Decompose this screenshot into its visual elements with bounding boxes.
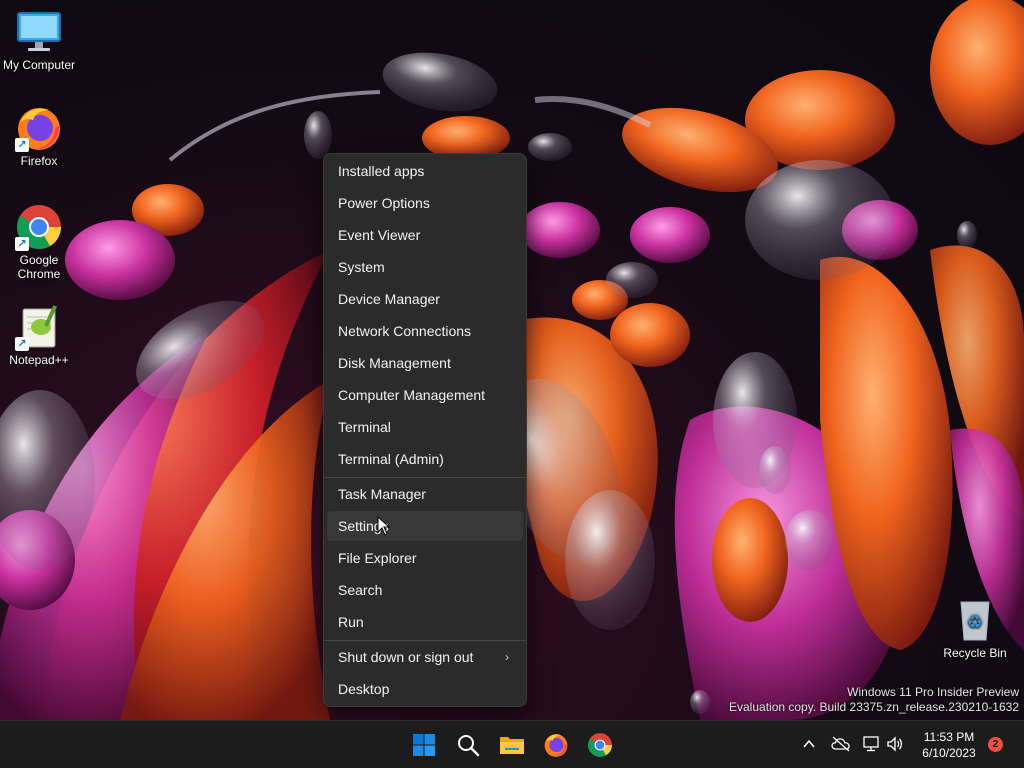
network-tray-button[interactable]	[861, 733, 883, 755]
volume-tray-button[interactable]	[884, 733, 906, 755]
menu-item-desktop[interactable]: Desktop	[327, 674, 523, 704]
desktop-icon-notepadpp[interactable]: ↗ Notepad++	[0, 303, 79, 367]
menu-item-search[interactable]: Search	[327, 575, 523, 605]
file-explorer-icon	[500, 737, 524, 754]
menu-item-label: Shut down or sign out	[338, 649, 474, 665]
desktop-icon-label: Recycle Bin	[943, 646, 1007, 660]
desktop-icon-label: Notepad++	[9, 353, 69, 367]
menu-item-network-connections[interactable]: Network Connections	[327, 316, 523, 346]
desktop-icon-my-computer[interactable]: My Computer	[0, 8, 79, 72]
winx-context-menu: Installed apps Power Options Event Viewe…	[323, 153, 527, 707]
menu-item-device-manager[interactable]: Device Manager	[327, 284, 523, 314]
menu-item-shut-down-or-sign-out[interactable]: Shut down or sign out ›	[327, 642, 523, 672]
taskbar-file-explorer-button[interactable]	[494, 727, 530, 763]
onedrive-tray-button[interactable]	[830, 733, 852, 755]
recycle-bin-icon: ♻	[951, 596, 999, 644]
shortcut-arrow-icon: ↗	[15, 138, 29, 152]
notification-badge[interactable]: 2	[988, 737, 1003, 752]
menu-item-run[interactable]: Run	[327, 607, 523, 637]
chevron-right-icon: ›	[505, 650, 509, 664]
menu-item-event-viewer[interactable]: Event Viewer	[327, 220, 523, 250]
menu-item-computer-management[interactable]: Computer Management	[327, 380, 523, 410]
cloud-offline-icon	[831, 736, 850, 752]
firefox-icon	[544, 734, 568, 757]
mouse-pointer-icon	[377, 516, 391, 536]
shortcut-arrow-icon: ↗	[15, 237, 29, 251]
chevron-up-icon	[803, 739, 815, 748]
menu-item-task-manager[interactable]: Task Manager	[327, 479, 523, 509]
clock-time: 11:53 PM	[923, 730, 975, 744]
menu-item-system[interactable]: System	[327, 252, 523, 282]
clock-date: 6/10/2023	[922, 746, 976, 760]
notepadpp-icon: ↗	[15, 303, 63, 351]
taskbar: 11:53 PM 6/10/2023 2	[0, 720, 1024, 768]
menu-item-settings[interactable]: Settings	[327, 511, 523, 541]
taskbar-chrome-button[interactable]	[582, 727, 618, 763]
watermark-build: Evaluation copy. Build 23375.zn_release.…	[729, 700, 1019, 714]
show-hidden-icons-button[interactable]	[798, 733, 820, 755]
watermark-edition: Windows 11 Pro Insider Preview	[847, 685, 1019, 699]
svg-text:♻: ♻	[967, 612, 983, 633]
desktop-icon-firefox[interactable]: ↗ Firefox	[0, 104, 79, 168]
menu-item-power-options[interactable]: Power Options	[327, 188, 523, 218]
network-icon	[863, 736, 879, 752]
desktop-icon-label: Firefox	[20, 154, 58, 168]
menu-item-file-explorer[interactable]: File Explorer	[327, 543, 523, 573]
desktop-icon-google-chrome[interactable]: ↗ Google Chrome	[0, 203, 79, 281]
menu-separator	[324, 640, 526, 641]
shortcut-arrow-icon: ↗	[15, 337, 29, 351]
menu-item-disk-management[interactable]: Disk Management	[327, 348, 523, 378]
menu-item-installed-apps[interactable]: Installed apps	[327, 156, 523, 186]
menu-item-terminal-admin[interactable]: Terminal (Admin)	[327, 444, 523, 474]
taskbar-search-button[interactable]	[450, 727, 486, 763]
chrome-icon: ↗	[15, 203, 63, 251]
monitor-icon	[15, 8, 63, 56]
start-button[interactable]	[406, 727, 442, 763]
firefox-icon: ↗	[15, 104, 63, 152]
evaluation-watermark: Windows 11 Pro Insider Preview Evaluatio…	[729, 685, 1019, 715]
search-icon	[458, 735, 480, 757]
desktop-icon-recycle-bin[interactable]: ♻ Recycle Bin	[935, 596, 1015, 660]
clock-button[interactable]: 11:53 PM 6/10/2023	[914, 729, 984, 761]
menu-item-terminal[interactable]: Terminal	[327, 412, 523, 442]
start-icon	[413, 734, 435, 756]
desktop-icon-label: Google Chrome	[17, 253, 61, 281]
desktop-icon-label: My Computer	[2, 58, 76, 72]
chrome-icon	[588, 733, 612, 757]
speaker-icon	[887, 736, 903, 752]
taskbar-firefox-button[interactable]	[538, 727, 574, 763]
menu-separator	[324, 477, 526, 478]
